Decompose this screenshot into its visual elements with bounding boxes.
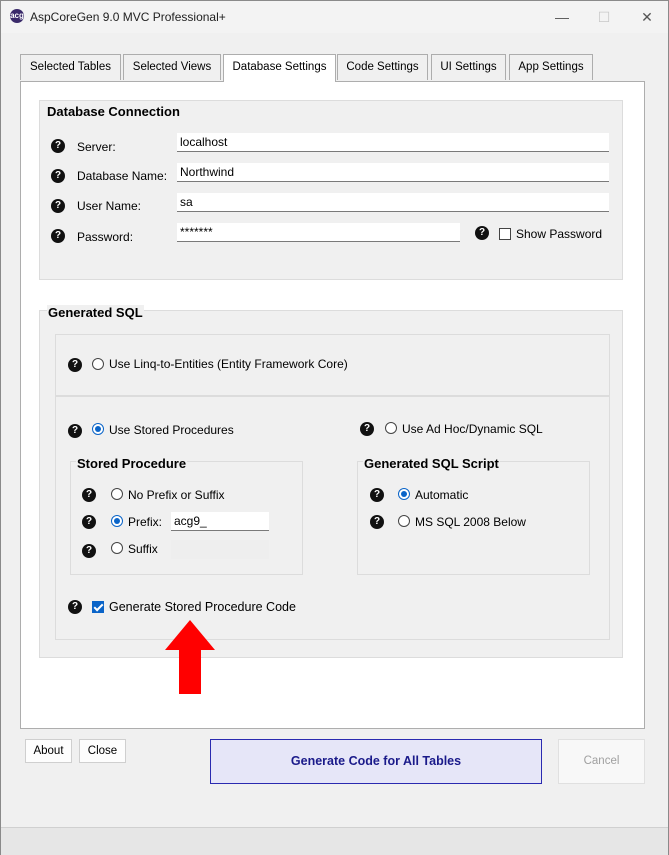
- no-prefix-radio[interactable]: [111, 488, 123, 500]
- tab-selected-views[interactable]: Selected Views: [123, 54, 221, 80]
- close-icon[interactable]: ✕: [632, 7, 662, 27]
- no-prefix-label[interactable]: No Prefix or Suffix: [128, 488, 224, 502]
- generate-sp-code-label[interactable]: Generate Stored Procedure Code: [109, 600, 296, 614]
- server-input[interactable]: localhost: [177, 133, 609, 152]
- generate-sp-code-help-icon[interactable]: ?: [68, 600, 82, 614]
- adhoc-sql-label[interactable]: Use Ad Hoc/Dynamic SQL: [402, 422, 543, 436]
- automatic-help-icon[interactable]: ?: [370, 488, 384, 502]
- user-name-input[interactable]: sa: [177, 193, 609, 212]
- suffix-radio[interactable]: [111, 542, 123, 554]
- stored-procedures-label[interactable]: Use Stored Procedures: [109, 423, 234, 437]
- tab-selected-tables[interactable]: Selected Tables: [20, 54, 121, 80]
- show-password-checkbox[interactable]: [499, 228, 511, 240]
- window-title: AspCoreGen 9.0 MVC Professional+: [30, 10, 226, 24]
- database-name-label: Database Name:: [77, 169, 168, 183]
- maximize-icon: ☐: [597, 9, 611, 25]
- database-connection-title: Database Connection: [47, 104, 180, 119]
- about-button[interactable]: About: [25, 739, 72, 763]
- server-help-icon[interactable]: ?: [51, 139, 65, 153]
- prefix-label[interactable]: Prefix:: [128, 515, 162, 529]
- cancel-button: Cancel: [558, 739, 645, 784]
- red-arrow-annotation: [165, 620, 215, 694]
- generated-sql-group: Generated SQL ? Use Linq-to-Entities (En…: [39, 305, 623, 658]
- password-input[interactable]: *******: [177, 223, 460, 242]
- close-button[interactable]: Close: [79, 739, 126, 763]
- stored-procedures-panel: ? Use Stored Procedures ? Use Ad Hoc/Dyn…: [55, 396, 610, 640]
- generated-sql-script-group: Generated SQL Script ? Automatic ? MS SQ…: [357, 456, 590, 575]
- no-prefix-help-icon[interactable]: ?: [82, 488, 96, 502]
- database-name-input[interactable]: Northwind: [177, 163, 609, 182]
- linq-help-icon[interactable]: ?: [68, 358, 82, 372]
- app-icon: acg: [10, 9, 24, 23]
- linq-panel: ? Use Linq-to-Entities (Entity Framework…: [55, 334, 610, 396]
- stored-procedure-group: Stored Procedure ? No Prefix or Suffix ?…: [70, 456, 303, 575]
- password-help-icon[interactable]: ?: [51, 229, 65, 243]
- show-password-help-icon[interactable]: ?: [475, 226, 489, 240]
- server-label: Server:: [77, 140, 116, 154]
- database-name-help-icon[interactable]: ?: [51, 169, 65, 183]
- tab-app-settings[interactable]: App Settings: [509, 54, 593, 80]
- suffix-input: [171, 540, 269, 559]
- generate-sp-code-checkbox[interactable]: [92, 601, 104, 613]
- generated-sql-script-title: Generated SQL Script: [363, 456, 500, 471]
- title-bar: acg AspCoreGen 9.0 MVC Professional+ — ☐…: [1, 1, 668, 33]
- linq-radio[interactable]: [92, 358, 104, 370]
- database-connection-group: Database Connection ? Server: localhost …: [39, 100, 623, 280]
- automatic-radio[interactable]: [398, 488, 410, 500]
- tab-database-settings[interactable]: Database Settings: [223, 54, 336, 82]
- app-window: acg AspCoreGen 9.0 MVC Professional+ — ☐…: [0, 0, 669, 855]
- automatic-label[interactable]: Automatic: [415, 488, 468, 502]
- status-bar: [1, 827, 668, 855]
- ms-sql-radio[interactable]: [398, 515, 410, 527]
- tab-ui-settings[interactable]: UI Settings: [431, 54, 506, 80]
- generated-sql-title: Generated SQL: [47, 305, 144, 320]
- linq-label[interactable]: Use Linq-to-Entities (Entity Framework C…: [109, 357, 348, 371]
- tab-code-settings[interactable]: Code Settings: [337, 54, 428, 80]
- minimize-icon[interactable]: —: [547, 7, 577, 27]
- generate-code-button[interactable]: Generate Code for All Tables: [210, 739, 542, 784]
- user-name-label: User Name:: [77, 199, 142, 213]
- password-label: Password:: [77, 230, 134, 244]
- adhoc-sql-radio[interactable]: [385, 422, 397, 434]
- suffix-label[interactable]: Suffix: [128, 542, 158, 556]
- adhoc-sql-help-icon[interactable]: ?: [360, 422, 374, 436]
- ms-sql-label[interactable]: MS SQL 2008 Below: [415, 515, 526, 529]
- user-name-help-icon[interactable]: ?: [51, 199, 65, 213]
- ms-sql-help-icon[interactable]: ?: [370, 515, 384, 529]
- stored-procedures-radio[interactable]: [92, 423, 104, 435]
- tab-panel-database-settings: Database Connection ? Server: localhost …: [20, 81, 645, 729]
- show-password-label[interactable]: Show Password: [516, 227, 602, 241]
- prefix-help-icon[interactable]: ?: [82, 515, 96, 529]
- stored-procedures-help-icon[interactable]: ?: [68, 424, 82, 438]
- suffix-help-icon[interactable]: ?: [82, 544, 96, 558]
- prefix-input[interactable]: acg9_: [171, 512, 269, 531]
- prefix-radio[interactable]: [111, 515, 123, 527]
- stored-procedure-title: Stored Procedure: [76, 456, 188, 471]
